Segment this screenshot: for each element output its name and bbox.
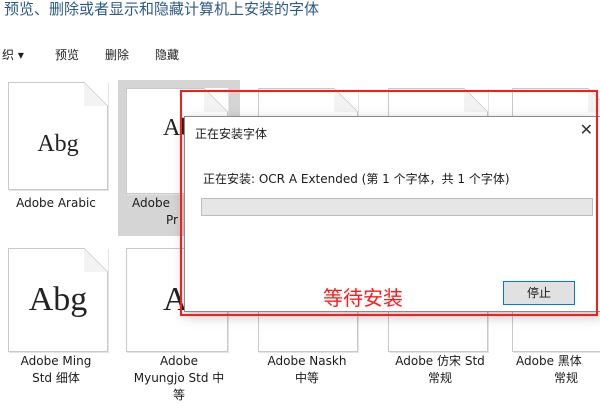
font-name-line2: 常规: [427, 371, 452, 385]
page-fold-icon: [464, 88, 488, 112]
annotation-label: 等待安装: [323, 286, 403, 310]
page-fold-icon: [84, 248, 108, 272]
font-name-line3: 等: [172, 388, 185, 402]
organize-menu[interactable]: 织 ▾: [2, 46, 24, 63]
install-fonts-dialog: 正在安装字体 ✕ 正在安装: OCR A Extended (第 1 个字体，共…: [184, 116, 600, 312]
dialog-title: 正在安装字体: [195, 127, 268, 141]
page-fold-icon: [204, 88, 228, 112]
font-name-line2: 常规: [554, 371, 579, 385]
preview-button[interactable]: 预览: [55, 46, 79, 63]
font-name: Adobe 黑体: [516, 354, 582, 368]
stop-button[interactable]: 停止: [503, 281, 575, 305]
page-fold-icon: [334, 88, 358, 112]
page-fold-icon: [84, 82, 108, 106]
font-name: Adobe: [132, 196, 170, 210]
page-title: 预览、删除或者显示和隐藏计算机上安装的字体: [4, 0, 320, 18]
delete-button[interactable]: 删除: [105, 46, 129, 63]
font-name: Adobe Naskh: [267, 354, 347, 368]
page-fold-icon: [588, 88, 600, 112]
font-name-line2: Std 细体: [32, 371, 80, 385]
font-tile[interactable]: Abg Adobe Ming Std 细体: [0, 244, 112, 417]
hide-button[interactable]: 隐藏: [155, 46, 179, 63]
close-icon[interactable]: ✕: [580, 120, 593, 139]
font-name: Adobe Arabic: [16, 196, 96, 210]
font-name-line2: 中等: [294, 371, 319, 385]
font-name: Adobe Ming: [20, 354, 92, 368]
font-name: Adobe 仿宋 Std: [395, 354, 485, 368]
install-status-text: 正在安装: OCR A Extended (第 1 个字体，共 1 个字体): [203, 172, 510, 186]
font-sample: Abg: [28, 281, 88, 318]
font-name-line2: Myungjo Std 中: [133, 371, 225, 385]
toolbar: 织 ▾ 预览 删除 隐藏: [0, 42, 600, 68]
font-sample: Abg: [37, 131, 79, 157]
font-name: Adobe: [160, 354, 198, 368]
font-tile[interactable]: Abg Adobe Arabic: [0, 76, 112, 236]
install-progress-bar: [201, 198, 593, 216]
font-name-line2: Pr: [166, 213, 178, 227]
